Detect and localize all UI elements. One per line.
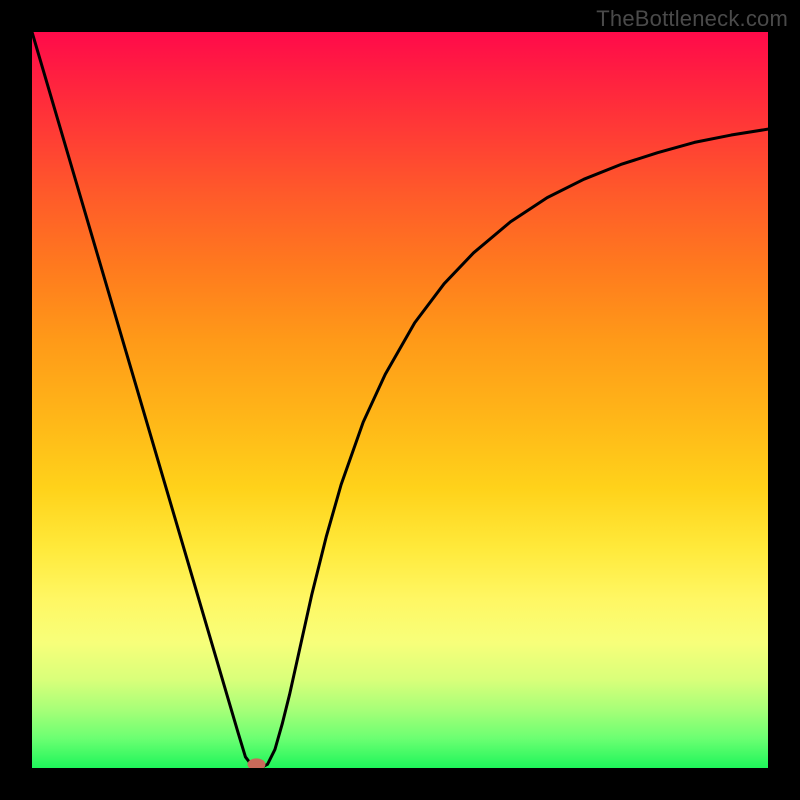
chart-frame: TheBottleneck.com (0, 0, 800, 800)
minimum-marker (247, 758, 265, 768)
plot-area (32, 32, 768, 768)
curve-svg (32, 32, 768, 768)
bottleneck-curve (32, 32, 768, 768)
watermark-text: TheBottleneck.com (596, 6, 788, 32)
